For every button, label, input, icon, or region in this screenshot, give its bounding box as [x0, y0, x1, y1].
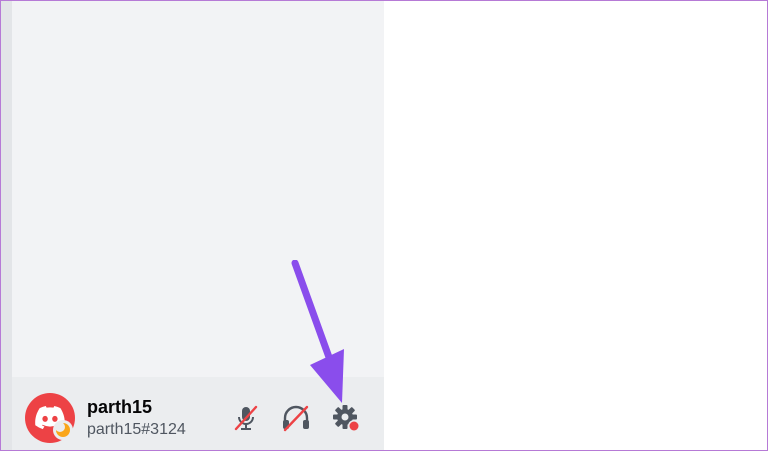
idle-moon-icon [56, 423, 70, 437]
main-content-area [384, 1, 767, 450]
status-indicator [53, 420, 73, 440]
user-display-name: parth15 [87, 397, 153, 417]
headphones-deafened-icon [283, 405, 309, 432]
server-list-edge [1, 1, 12, 450]
user-panel: parth15 parth15#3124 [12, 377, 384, 450]
settings-button[interactable] [329, 401, 363, 435]
deafen-button[interactable] [279, 401, 313, 435]
channel-sidebar [12, 1, 384, 377]
mute-button[interactable] [229, 401, 263, 435]
microphone-muted-icon [234, 405, 258, 431]
user-tag: parth15#3124 [87, 421, 186, 438]
gear-icon [333, 405, 360, 432]
